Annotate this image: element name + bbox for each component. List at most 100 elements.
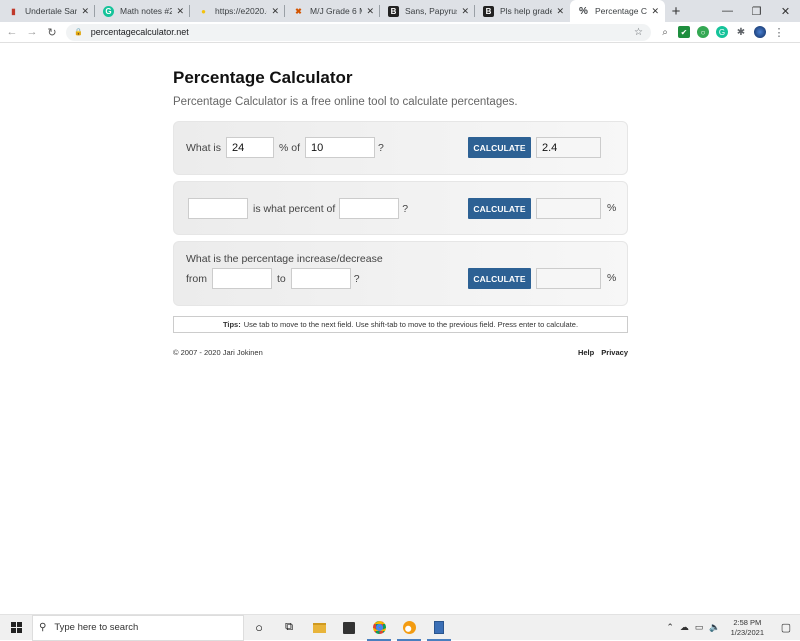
browser-tab[interactable]: B Sans, Papyrus, F ✕ (380, 0, 475, 22)
url-text[interactable]: percentagecalculator.net (91, 27, 189, 37)
calculator-icon[interactable] (424, 615, 454, 641)
clock[interactable]: 2:58 PM 1/23/2021 (731, 618, 764, 638)
notification-center-icon[interactable]: ▢ (776, 621, 796, 634)
cortana-icon[interactable]: ○ (244, 615, 274, 641)
chrome-icon[interactable] (364, 615, 394, 641)
browser-tab[interactable]: ✖ M/J Grade 6 Ma ✕ (285, 0, 380, 22)
close-tab-icon[interactable]: ✕ (176, 6, 184, 17)
tab-title: Undertale Sans I (25, 6, 78, 16)
tips-text: Use tab to move to the next field. Use s… (243, 320, 579, 329)
close-tab-icon[interactable]: ✕ (651, 6, 659, 17)
tab-title: Pls help grades (500, 6, 553, 16)
web-page: Percentage Calculator Percentage Calcula… (0, 44, 800, 610)
search-icon: ⚲ (39, 622, 47, 633)
start-button[interactable] (0, 615, 32, 641)
close-tab-icon[interactable]: ✕ (81, 6, 89, 17)
lock-icon[interactable]: 🔒 (74, 28, 83, 36)
browser-toolbar: ← → ↻ 🔒 percentagecalculator.net ☆ ⌕ ✔ ○… (0, 22, 800, 43)
tab-title: M/J Grade 6 Ma (310, 6, 362, 16)
taskbar-search-box[interactable]: ⚲ Type here to search (32, 614, 244, 641)
bookmark-star-icon[interactable]: ☆ (634, 27, 643, 38)
question-mark: ? (353, 272, 360, 285)
brainly-icon: B (388, 5, 399, 17)
file-explorer-icon[interactable] (304, 615, 334, 641)
zoom-search-extension-icon[interactable]: ⌕ (659, 26, 671, 38)
calculate-button[interactable]: CALCULATE (468, 198, 531, 219)
checkmark-extension-icon[interactable]: ✔ (678, 26, 690, 38)
new-tab-button[interactable]: + (665, 0, 687, 22)
calculate-button[interactable]: CALCULATE (468, 268, 531, 289)
browser-tab[interactable]: B Pls help grades ✕ (475, 0, 570, 22)
network-icon[interactable]: ▭ (695, 622, 704, 633)
percent-of-label: % of (279, 141, 301, 154)
show-hidden-icons-chevron[interactable]: ⌃ (666, 622, 674, 633)
microsoft-store-icon[interactable] (334, 615, 364, 641)
minimize-button[interactable]: — (713, 0, 742, 22)
page-footer: © 2007 - 2020 Jari Jokinen Help Privacy (173, 348, 628, 357)
calculator-panel-increase-decrease: What is the percentage increase/decrease… (173, 241, 628, 306)
grammarly-extension-icon[interactable]: G (716, 26, 728, 38)
address-bar[interactable]: 🔒 percentagecalculator.net ☆ (66, 23, 651, 41)
grammarly-icon: G (103, 5, 114, 17)
from-value-input[interactable] (212, 268, 272, 289)
to-label: to (277, 272, 286, 285)
onedrive-icon[interactable]: ☁ (680, 622, 689, 633)
result-field[interactable] (536, 198, 601, 219)
browser-tab[interactable]: ▮ Undertale Sans I ✕ (0, 0, 95, 22)
tips-box: Tips: Use tab to move to the next field.… (173, 316, 628, 333)
to-value-input[interactable] (290, 268, 351, 289)
forward-button[interactable]: → (24, 26, 40, 38)
what-is-label: What is (186, 141, 222, 154)
task-view-icon[interactable]: ⧉ (274, 615, 304, 641)
page-subtitle: Percentage Calculator is a free online t… (173, 96, 518, 108)
browser-menu-icon[interactable]: ⋮ (773, 26, 785, 39)
question-mark: ? (378, 141, 384, 154)
circle-extension-icon[interactable]: ○ (697, 26, 709, 38)
result-field[interactable] (536, 268, 601, 289)
increase-decrease-heading: What is the percentage increase/decrease (186, 253, 383, 265)
shopping-bag-icon: ▮ (11, 6, 16, 16)
calculate-button[interactable]: CALCULATE (468, 137, 531, 158)
percent-unit-label: % (607, 202, 617, 214)
edge-icon[interactable] (394, 615, 424, 641)
window-controls: — ❐ ✕ (713, 0, 800, 22)
windows-taskbar: ⚲ Type here to search ○ ⧉ ⌃ ☁ ▭ 🔈 2:58 P… (0, 614, 800, 641)
system-tray: ⌃ ☁ ▭ 🔈 2:58 PM 1/23/2021 ▢ (666, 615, 800, 641)
calculator-panel-what-is: What is 24 % of 10 ? CALCULATE 2.4 (173, 121, 628, 175)
browser-tab-active[interactable]: % Percentage Calc ✕ (570, 0, 665, 22)
close-tab-icon[interactable]: ✕ (556, 6, 564, 17)
base-value-input[interactable]: 10 (305, 137, 376, 158)
tab-title: Sans, Papyrus, F (405, 6, 457, 16)
whole-value-input[interactable] (339, 198, 400, 219)
browser-tab-strip: ▮ Undertale Sans I ✕ G Math notes #2 ✕ ●… (0, 0, 800, 22)
what-percent-of-label: is what percent of (253, 202, 336, 215)
close-tab-icon[interactable]: ✕ (366, 6, 374, 17)
profile-avatar-icon[interactable] (754, 26, 766, 38)
tab-title: https://e2020.gr (215, 6, 267, 16)
result-field[interactable]: 2.4 (536, 137, 601, 158)
close-window-button[interactable]: ✕ (771, 0, 800, 22)
restore-button[interactable]: ❐ (742, 0, 771, 22)
back-button[interactable]: ← (4, 26, 20, 38)
close-tab-icon[interactable]: ✕ (271, 6, 279, 17)
help-link[interactable]: Help (578, 348, 594, 357)
brainly-icon: B (483, 5, 494, 17)
tab-title: Percentage Calc (595, 6, 647, 16)
calculator-panel-what-percent: is what percent of ? CALCULATE % (173, 181, 628, 235)
footer-links: Help Privacy (573, 348, 628, 357)
copyright-text: © 2007 - 2020 Jari Jokinen (173, 348, 263, 357)
part-value-input[interactable] (188, 198, 248, 219)
puzzle-extensions-icon[interactable]: ✱ (735, 26, 747, 38)
volume-icon[interactable]: 🔈 (709, 622, 720, 633)
search-placeholder: Type here to search (54, 622, 139, 633)
reload-button[interactable]: ↻ (44, 26, 60, 39)
from-label: from (186, 272, 207, 285)
close-tab-icon[interactable]: ✕ (461, 6, 469, 17)
extensions-area: ⌕ ✔ ○ G ✱ ⋮ (659, 26, 785, 39)
privacy-link[interactable]: Privacy (601, 348, 628, 357)
date-text: 1/23/2021 (730, 627, 764, 637)
browser-tab[interactable]: ● https://e2020.gr ✕ (190, 0, 285, 22)
tab-title: Math notes #2 (120, 6, 173, 16)
browser-tab[interactable]: G Math notes #2 ✕ (95, 0, 190, 22)
percent-input[interactable]: 24 (226, 137, 275, 158)
